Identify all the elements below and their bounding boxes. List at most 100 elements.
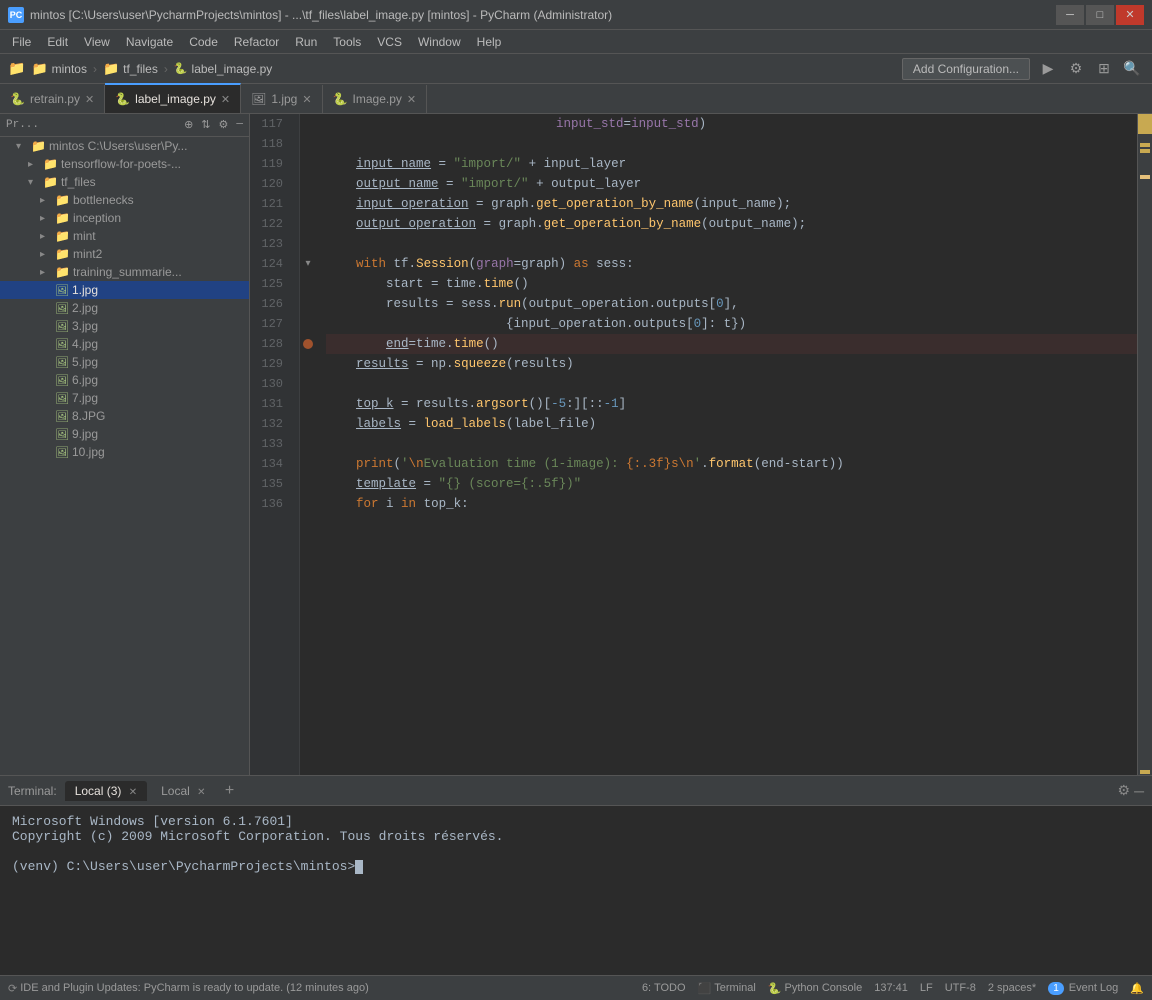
- folder-icon-mint2: 📁: [55, 247, 70, 261]
- breakpoint-128[interactable]: [303, 339, 313, 349]
- status-terminal[interactable]: ⬛ Terminal: [698, 982, 756, 995]
- tree-item-mintos[interactable]: ▾ 📁 mintos C:\Users\user\Py...: [0, 137, 249, 155]
- close-terminal-local3[interactable]: ✕: [129, 787, 137, 798]
- sidebar-options-icon[interactable]: ⊕: [184, 118, 193, 132]
- close-tab-1jpg[interactable]: ✕: [302, 93, 311, 106]
- menu-run[interactable]: Run: [287, 33, 325, 51]
- code-line-127: {input_operation.outputs[0]: t}): [326, 314, 1137, 334]
- image-icon-4jpg: 🖼: [55, 338, 69, 351]
- menu-refactor[interactable]: Refactor: [226, 33, 287, 51]
- folder-icon-training: 📁: [55, 265, 70, 279]
- menu-view[interactable]: View: [76, 33, 118, 51]
- line-numbers: 117 118 119 120 121 122 123 124 125 126 …: [250, 114, 300, 775]
- status-position[interactable]: 137:41: [874, 982, 908, 994]
- tree-item-5jpg[interactable]: 🖼 5.jpg: [0, 353, 249, 371]
- image-icon-6jpg: 🖼: [55, 374, 69, 387]
- terminal-content[interactable]: Microsoft Windows [version 6.1.7601] Cop…: [0, 806, 1152, 975]
- terminal-settings-button[interactable]: ⚙: [1118, 782, 1131, 799]
- close-terminal-local[interactable]: ✕: [197, 787, 205, 798]
- add-terminal-button[interactable]: +: [220, 781, 240, 801]
- code-line-124: with tf.Session(graph=graph) as sess:: [326, 254, 1137, 274]
- menu-window[interactable]: Window: [410, 33, 469, 51]
- terminal-close-button[interactable]: ─: [1134, 783, 1144, 799]
- minimize-button[interactable]: ─: [1056, 5, 1084, 25]
- close-tab-label-image[interactable]: ✕: [221, 93, 230, 106]
- tree-item-bottlenecks[interactable]: ▸ 📁 bottlenecks: [0, 191, 249, 209]
- sidebar-collapse-icon[interactable]: ⇅: [201, 118, 210, 132]
- breadcrumb-mintos[interactable]: 📁 mintos: [31, 61, 87, 77]
- menu-code[interactable]: Code: [181, 33, 226, 51]
- tree-item-tffiles[interactable]: ▾ 📁 tf_files: [0, 173, 249, 191]
- debug-button[interactable]: ⚙: [1064, 57, 1088, 81]
- status-bar: ⟳ IDE and Plugin Updates: PyCharm is rea…: [0, 975, 1152, 1000]
- close-tab-retrain[interactable]: ✕: [85, 93, 94, 106]
- status-line-ending[interactable]: LF: [920, 982, 933, 994]
- code-line-126: results = sess.run(output_operation.outp…: [326, 294, 1137, 314]
- status-encoding[interactable]: UTF-8: [945, 982, 976, 994]
- status-todo[interactable]: 6: TODO: [642, 982, 686, 994]
- close-button[interactable]: ✕: [1116, 5, 1144, 25]
- gutter-mark-4: [1140, 770, 1150, 774]
- menu-file[interactable]: File: [4, 33, 39, 51]
- folder-icon-inception: 📁: [55, 211, 70, 225]
- tab-1jpg[interactable]: 🖼 1.jpg ✕: [241, 85, 322, 113]
- code-line-122: output_operation = graph.get_operation_b…: [326, 214, 1137, 234]
- code-line-119: input_name = "import/" + input_layer: [326, 154, 1137, 174]
- menu-vcs[interactable]: VCS: [369, 33, 410, 51]
- status-ide-update[interactable]: ⟳ IDE and Plugin Updates: PyCharm is rea…: [8, 982, 369, 995]
- tab-retrain[interactable]: 🐍 retrain.py ✕: [0, 85, 105, 113]
- toolbar-icons: ▶ ⚙ ⊞ 🔍: [1036, 57, 1144, 81]
- right-gutter: [1137, 114, 1152, 775]
- project-icon: 📁: [8, 60, 25, 77]
- tree-item-1jpg[interactable]: 🖼 1.jpg: [0, 281, 249, 299]
- tree-item-10jpg[interactable]: 🖼 10.jpg: [0, 443, 249, 461]
- tree-item-6jpg[interactable]: 🖼 6.jpg: [0, 371, 249, 389]
- terminal-tab-local3[interactable]: Local (3) ✕: [65, 781, 147, 801]
- tree-item-training[interactable]: ▸ 📁 training_summarie...: [0, 263, 249, 281]
- code-line-118: [326, 134, 1137, 154]
- tree-item-mint[interactable]: ▸ 📁 mint: [0, 227, 249, 245]
- code-line-132: labels = load_labels(label_file): [326, 414, 1137, 434]
- status-notifications[interactable]: 🔔: [1130, 982, 1144, 995]
- tree-item-4jpg[interactable]: 🖼 4.jpg: [0, 335, 249, 353]
- tree-item-tensorflow[interactable]: ▸ 📁 tensorflow-for-poets-...: [0, 155, 249, 173]
- update-icon: ⟳: [8, 982, 17, 995]
- folder-icon-tensorflow: 📁: [43, 157, 58, 171]
- status-indent[interactable]: 2 spaces*: [988, 982, 1036, 994]
- tree-item-3jpg[interactable]: 🖼 3.jpg: [0, 317, 249, 335]
- breadcrumb-file[interactable]: 🐍 label_image.py: [174, 62, 272, 76]
- status-left: ⟳ IDE and Plugin Updates: PyCharm is rea…: [8, 982, 626, 995]
- code-line-134: print('\nEvaluation time (1-image): {:.3…: [326, 454, 1137, 474]
- menu-navigate[interactable]: Navigate: [118, 33, 181, 51]
- tree-item-inception[interactable]: ▸ 📁 inception: [0, 209, 249, 227]
- maximize-button[interactable]: □: [1086, 5, 1114, 25]
- terminal-tab-local[interactable]: Local ✕: [151, 781, 215, 801]
- fold-icon-124[interactable]: ▾: [305, 258, 310, 270]
- status-python-console[interactable]: 🐍 Python Console: [768, 982, 862, 995]
- image-icon-9jpg: 🖼: [55, 428, 69, 441]
- add-configuration-button[interactable]: Add Configuration...: [902, 58, 1030, 80]
- menu-edit[interactable]: Edit: [39, 33, 76, 51]
- menu-tools[interactable]: Tools: [325, 33, 369, 51]
- sidebar-settings-icon[interactable]: ⚙: [219, 118, 229, 132]
- run-button[interactable]: ▶: [1036, 57, 1060, 81]
- breadcrumb-tffiles[interactable]: 📁 tf_files: [103, 61, 158, 77]
- code-line-130: [326, 374, 1137, 394]
- tree-item-2jpg[interactable]: 🖼 2.jpg: [0, 299, 249, 317]
- close-tab-image-py[interactable]: ✕: [407, 93, 416, 106]
- tab-label-image[interactable]: 🐍 label_image.py ✕: [105, 83, 241, 113]
- tree-item-9jpg[interactable]: 🖼 9.jpg: [0, 425, 249, 443]
- code-text[interactable]: input_std=input_std) input_name = "impor…: [316, 114, 1137, 775]
- code-line-120: output_name = "import/" + output_layer: [326, 174, 1137, 194]
- tree-item-mint2[interactable]: ▸ 📁 mint2: [0, 245, 249, 263]
- tree-item-8jpg[interactable]: 🖼 8.JPG: [0, 407, 249, 425]
- tab-image-py[interactable]: 🐍 Image.py ✕: [323, 85, 428, 113]
- code-editor[interactable]: 117 118 119 120 121 122 123 124 125 126 …: [250, 114, 1152, 775]
- search-button[interactable]: 🔍: [1120, 57, 1144, 81]
- image-icon-7jpg: 🖼: [55, 392, 69, 405]
- sidebar-minimize-icon[interactable]: ─: [236, 119, 243, 131]
- menu-help[interactable]: Help: [469, 33, 510, 51]
- tree-item-7jpg[interactable]: 🖼 7.jpg: [0, 389, 249, 407]
- coverage-button[interactable]: ⊞: [1092, 57, 1116, 81]
- status-event-log[interactable]: 1 Event Log: [1048, 982, 1118, 995]
